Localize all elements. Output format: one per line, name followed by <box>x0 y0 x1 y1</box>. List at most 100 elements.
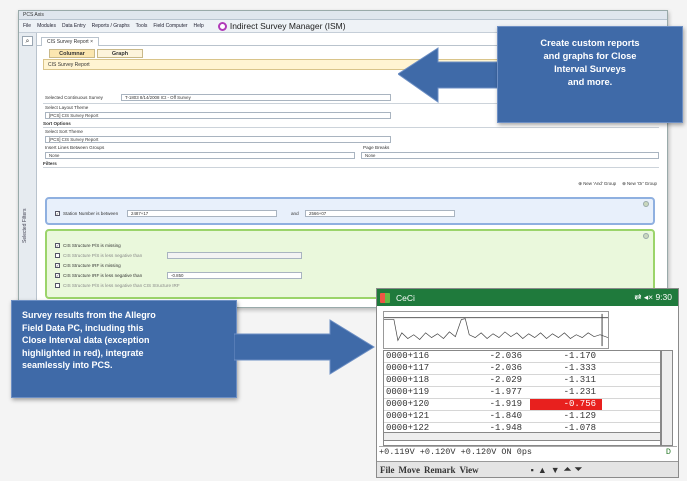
station-label: Station Number is between <box>63 211 119 216</box>
device-titlebar: CeCi ⇄ ◂× 9:30 <box>377 289 678 306</box>
down-arrow-icon[interactable]: ▼ <box>551 465 560 475</box>
table-row[interactable]: 0000+117 -2.036 -1.333 <box>384 363 660 375</box>
selected-survey-label: Selected Continuous Survey <box>45 95 103 100</box>
search-icon[interactable]: ⌕ <box>22 36 33 46</box>
device-menu-bar: File Move Remark View ▪ ▲ ▼ ⏶ ⏷ <box>377 461 678 477</box>
group-toggle-icon[interactable] <box>643 201 649 207</box>
horizontal-scrollbar[interactable] <box>383 432 661 441</box>
device-status-text: +0.119V +0.120V +0.120V ON 0ps <box>379 447 533 457</box>
device-app-title: CeCi <box>396 292 415 303</box>
filter-group-and: ✓ Station Number is between 2487+17 and … <box>45 197 655 225</box>
table-row[interactable]: 0000+118 -2.029 -1.311 <box>384 375 660 387</box>
top-icon[interactable]: ⏶ <box>564 464 571 475</box>
filter-checkbox-4[interactable]: ✓ <box>55 273 60 278</box>
callout-top-line-4: and more. <box>567 77 613 87</box>
side-label: Selected Filters <box>22 208 28 243</box>
doc-tab-label: CIS Survey Report <box>47 39 89 45</box>
filter-label-2: CIS Structure P/S is less negative than <box>63 253 143 258</box>
cell-value-a: -2.036 <box>489 363 522 373</box>
callout-bottom-line-3: Close Interval data (exception <box>22 335 150 345</box>
cell-station: 0000+116 <box>386 351 430 361</box>
filter-label-4: CIS Structure IRF is less negative than <box>63 273 143 278</box>
cell-value-b: -1.231 <box>563 387 596 397</box>
callout-top-line-3: Interval Surveys <box>554 64 626 74</box>
up-arrow-icon[interactable]: ▲ <box>538 465 547 475</box>
save-icon[interactable]: ▪ <box>531 465 534 475</box>
filter-value-2[interactable] <box>167 252 302 259</box>
menu-help[interactable]: Help <box>194 23 204 29</box>
callout-top-line-2: and graphs for Close <box>543 51 637 61</box>
new-or-group-label: New 'Or' Group <box>627 181 657 186</box>
menu-reports-graphs[interactable]: Reports / Graphs <box>92 23 130 29</box>
divider <box>43 167 659 168</box>
station-from-input[interactable]: 2487+17 <box>127 210 277 217</box>
station-and-label: and <box>291 211 299 216</box>
cell-value-a: -1.919 <box>489 399 522 409</box>
new-and-group-label: New 'And' Group <box>583 181 617 186</box>
left-sidebar: ⌕ Selected Filters <box>19 33 37 307</box>
device-clock: 9:30 <box>655 292 672 302</box>
product-title-text: Indirect Survey Manager (ISM) <box>229 21 346 31</box>
table-row[interactable]: 0000+116 -2.036 -1.170 <box>384 351 660 363</box>
filter-value-4[interactable]: -0.850 <box>167 272 302 279</box>
cell-value-a: -1.977 <box>489 387 522 397</box>
ism-logo-icon <box>217 21 227 31</box>
sort-theme-select[interactable]: [PCS] CIS Survey Report <box>45 136 391 143</box>
insert-lines-select[interactable]: None <box>45 152 355 159</box>
cell-value-a: -1.840 <box>489 411 522 421</box>
layout-theme-select[interactable]: [PCS] CIS Survey Report <box>45 112 391 119</box>
device-menu-view[interactable]: View <box>460 465 479 475</box>
filter-checkbox-3[interactable]: ✓ <box>55 263 60 268</box>
field-device-screen: CeCi ⇄ ◂× 9:30 0000+116 -2.036 -1.170 0000… <box>376 288 679 478</box>
station-to-input[interactable]: 2566+07 <box>305 210 455 217</box>
bottom-icon[interactable]: ⏷ <box>575 464 582 475</box>
window-titlebar: PCS Axis <box>19 11 667 20</box>
cell-station: 0000+117 <box>386 363 430 373</box>
table-row[interactable]: 0000+119 -1.977 -1.231 <box>384 387 660 399</box>
group-toggle-icon[interactable] <box>643 233 649 239</box>
menu-modules[interactable]: Modules <box>37 23 56 29</box>
station-checkbox[interactable]: ✓ <box>55 211 60 216</box>
cell-value-a: -2.036 <box>489 351 522 361</box>
page-breaks-select[interactable]: None <box>361 152 659 159</box>
callout-bottom-line-2: Field Data PC, including this <box>22 322 144 333</box>
menu-file[interactable]: File <box>23 23 31 29</box>
table-row[interactable]: 0000+121 -1.840 -1.129 <box>384 411 660 423</box>
device-menu-move[interactable]: Move <box>399 465 421 475</box>
page-breaks-label: Page Breaks <box>363 145 390 150</box>
menu-data-entry[interactable]: Data Entry <box>62 23 86 29</box>
cell-value-b: -1.129 <box>563 411 596 421</box>
callout-bottom-line-5: seamlessly into PCS. <box>22 360 113 370</box>
cell-station: 0000+118 <box>386 375 430 385</box>
filter-checkbox-2[interactable] <box>55 253 60 258</box>
cell-value-b-exception: -0.756 <box>530 399 602 410</box>
filter-checkbox-1[interactable]: ✓ <box>55 243 60 248</box>
insert-lines-label: Insert Lines Between Groups <box>45 145 105 150</box>
tab-graph[interactable]: Graph <box>97 49 143 58</box>
arrow-left-icon <box>398 47 499 103</box>
filter-label-3: CIS Structure IRF is missing <box>63 263 121 268</box>
menu-tools[interactable]: Tools <box>136 23 148 29</box>
arrow-right-icon <box>234 319 375 375</box>
menu-field-computer[interactable]: Field Computer <box>153 23 187 29</box>
tab-columnar[interactable]: Columnar <box>49 49 95 58</box>
callout-bottom-line-1: Survey results from the Allegro <box>22 310 156 320</box>
tab-cis-survey-report[interactable]: CIS Survey Report × <box>41 37 99 46</box>
windows-start-icon[interactable] <box>380 292 390 303</box>
filter-checkbox-5[interactable] <box>55 283 60 288</box>
new-and-group-button[interactable]: ⊕ New 'And' Group <box>578 181 616 187</box>
device-menu-file[interactable]: File <box>380 465 395 475</box>
selected-survey-select[interactable]: T-1803 8/14/2008 ICt - Off Survey <box>121 94 391 101</box>
device-status-icons: ⇄ ◂× 9:30 <box>634 292 672 302</box>
callout-field-data: Survey results from the Allegro Field Da… <box>11 300 237 398</box>
new-or-group-button[interactable]: ⊕ New 'Or' Group <box>622 181 657 187</box>
sort-theme-label: Select Sort Theme <box>45 129 83 134</box>
cell-station: 0000+121 <box>386 411 430 421</box>
table-row[interactable]: 0000+120 -1.919 -0.756 <box>384 399 660 411</box>
cell-value-b: -1.170 <box>563 351 596 361</box>
layout-theme-label: Select Layout Theme <box>45 105 89 110</box>
filter-label-1: CIS Structure P/S is missing <box>63 243 121 248</box>
device-menu-remark[interactable]: Remark <box>424 465 456 475</box>
divider <box>43 127 659 128</box>
vertical-scrollbar[interactable] <box>661 350 673 446</box>
